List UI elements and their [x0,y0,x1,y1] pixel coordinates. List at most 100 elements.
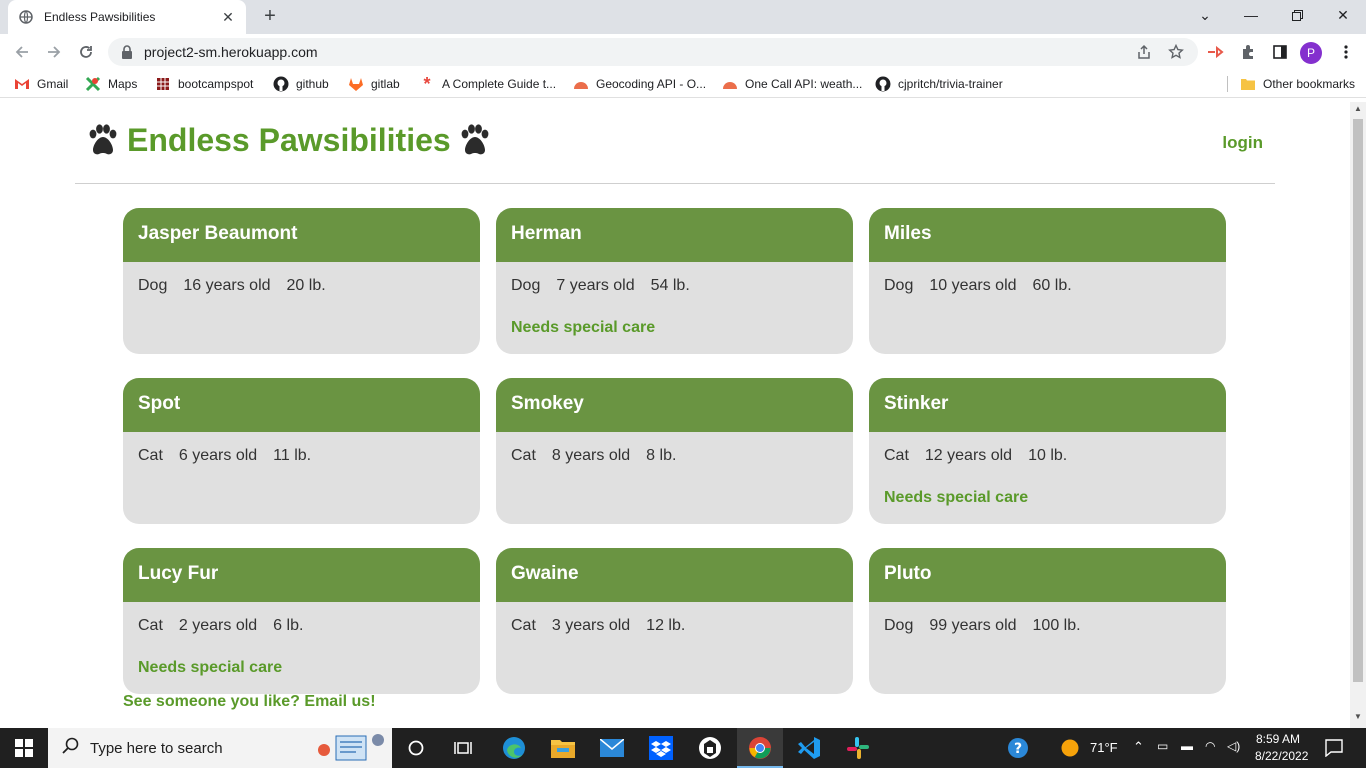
extension-red-icon[interactable] [1203,40,1227,64]
restore-button[interactable] [1274,0,1320,30]
new-tab-button[interactable]: + [258,5,282,29]
asterisk-icon: * [423,73,431,94]
bookmark-gmail[interactable]: Gmail [14,75,68,93]
pet-card[interactable]: Smokey Cat 8 years old 8 lb. [496,378,853,524]
close-tab-icon[interactable]: ✕ [220,9,236,26]
bookmark-label: Geocoding API - O... [596,77,707,91]
address-bar[interactable]: project2-sm.herokuapp.com [108,38,1198,66]
email-us-link[interactable]: See someone you like? Email us! [123,693,376,711]
taskbar-search[interactable]: Type here to search [48,728,392,768]
globe-icon [18,9,34,25]
bookmark-github[interactable]: github [273,75,329,93]
profile-avatar[interactable]: P [1300,42,1322,64]
pet-card[interactable]: Miles Dog 10 years old 60 lb. [869,208,1226,354]
pet-species: Dog [138,277,168,294]
bookmark-gitlab[interactable]: gitlab [348,75,400,93]
tab-search-icon[interactable]: ⌄ [1182,0,1228,30]
chrome-icon[interactable] [744,732,776,764]
pet-weight: 12 lb. [646,617,686,634]
pet-card[interactable]: Gwaine Cat 3 years old 12 lb. [496,548,853,694]
minimize-button[interactable]: — [1228,0,1274,30]
pet-card[interactable]: Jasper Beaumont Dog 16 years old 20 lb. [123,208,480,354]
side-panel-icon[interactable] [1268,40,1292,64]
menu-kebab-icon[interactable] [1334,40,1358,64]
meet-now-icon[interactable]: ▭ [1157,739,1168,753]
mail-icon[interactable] [596,732,628,764]
pet-species: Dog [884,617,914,634]
star-icon[interactable] [1166,42,1186,62]
bookmark-complete-guide[interactable]: * A Complete Guide t... [419,73,556,94]
windows-start-icon[interactable] [8,732,40,764]
notification-icon[interactable] [1318,732,1350,764]
pet-stats: Dog 7 years old 54 lb. [496,262,853,295]
battery-icon[interactable]: ▬ [1181,739,1193,753]
special-care-note: Needs special care [511,319,656,336]
reload-icon[interactable] [74,40,98,64]
login-link[interactable]: login [1222,133,1263,153]
paw-icon [461,123,489,154]
chevron-up-icon[interactable]: ⌃ [1133,739,1144,755]
special-care-note [869,295,1226,319]
site-brand[interactable]: Endless Pawsibilities [85,122,493,159]
page-scrollbar[interactable]: ▲ ▼ [1350,102,1366,728]
pet-card[interactable]: Lucy Fur Cat 2 years old 6 lb. Needs speci… [123,548,480,694]
scrollbar-thumb[interactable] [1353,119,1363,682]
pet-card[interactable]: Stinker Cat 12 years old 10 lb. Needs spec… [869,378,1226,524]
help-icon[interactable]: ? [1002,732,1034,764]
edge-icon[interactable] [498,732,530,764]
bookmark-one-call[interactable]: One Call API: weath... [722,75,862,93]
bookmark-label: gitlab [371,77,400,91]
other-bookmarks[interactable]: Other bookmarks [1240,75,1355,93]
extensions-puzzle-icon[interactable] [1236,40,1260,64]
pet-name: Lucy Fur [123,548,480,602]
pet-card[interactable]: Spot Cat 6 years old 11 lb. [123,378,480,524]
scroll-down-icon[interactable]: ▼ [1353,712,1363,724]
browser-tab[interactable]: Endless Pawsibilities ✕ [8,0,246,34]
bookmark-bootcampspot[interactable]: bootcampspot [155,75,253,93]
pet-card[interactable]: Herman Dog 7 years old 54 lb. Needs specia… [496,208,853,354]
vscode-icon[interactable] [793,732,825,764]
browser-tab-bar: Endless Pawsibilities ✕ + ⌄ — ✕ [0,0,1366,34]
volume-icon[interactable]: ◁) [1227,739,1240,753]
svg-text:?: ? [1014,741,1022,757]
pet-name: Herman [496,208,853,262]
close-window-button[interactable]: ✕ [1320,0,1366,30]
scroll-up-icon[interactable]: ▲ [1353,104,1363,116]
weather-sun-icon[interactable] [1054,732,1086,764]
github-icon [875,76,891,92]
pet-name: Gwaine [496,548,853,602]
share-icon[interactable] [1134,42,1154,62]
maps-icon [85,76,101,92]
special-care-note: Needs special care [138,659,283,676]
folder-icon [1240,76,1256,92]
special-care-note [869,635,1226,659]
gmail-icon [14,76,30,92]
dropbox-icon[interactable] [645,732,677,764]
cortana-icon[interactable] [400,732,432,764]
url-text: project2-sm.herokuapp.com [144,44,318,60]
pet-name: Stinker [869,378,1226,432]
bookmark-trivia-trainer[interactable]: cjpritch/trivia-trainer [875,75,1003,93]
app-shield-icon[interactable] [694,732,726,764]
special-care-note [496,635,853,659]
forward-arrow-icon[interactable] [42,40,66,64]
task-view-icon[interactable] [448,732,480,764]
slack-icon[interactable] [842,732,874,764]
bookmarks-divider [1227,76,1228,92]
pet-weight: 8 lb. [646,447,677,464]
pet-age: 12 years old [924,447,1013,464]
bookmark-label: Maps [108,77,138,91]
temperature-text[interactable]: 71°F [1090,740,1118,755]
lock-icon[interactable] [120,45,134,59]
pet-stats: Cat 2 years old 6 lb. [123,602,480,635]
pet-card[interactable]: Pluto Dog 99 years old 100 lb. [869,548,1226,694]
file-explorer-icon[interactable] [547,732,579,764]
bookmark-geocoding[interactable]: Geocoding API - O... [573,75,706,93]
paw-icon [89,123,117,154]
wifi-icon[interactable]: ◠ [1205,739,1215,753]
bookmark-maps[interactable]: Maps [85,75,137,93]
pet-stats: Dog 16 years old 20 lb. [123,262,480,295]
clock-date[interactable]: 8/22/2022 [1255,749,1308,763]
back-arrow-icon[interactable] [10,40,34,64]
clock-time[interactable]: 8:59 AM [1256,732,1300,746]
